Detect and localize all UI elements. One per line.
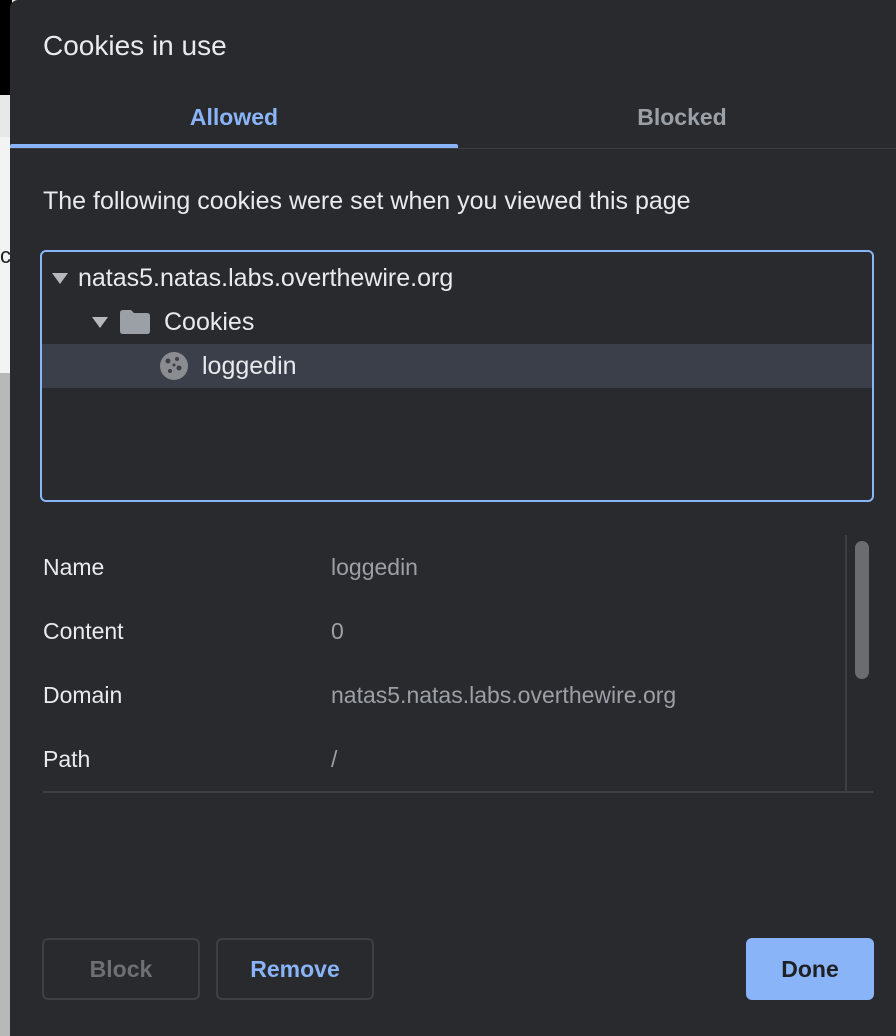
cookie-icon [160,352,188,380]
done-button[interactable]: Done [746,938,874,1000]
tree-item-cookies-folder[interactable]: Cookies [42,300,872,344]
tree-item-cookie-label: loggedin [202,351,297,380]
detail-value-domain: natas5.natas.labs.overthewire.org [331,681,677,708]
block-button[interactable]: Block [42,938,200,1000]
cookies-dialog: Cookies in use Allowed Blocked The follo… [10,0,896,1036]
detail-label-name: Name [43,553,105,580]
tree-item-domain-label: natas5.natas.labs.overthewire.org [78,263,454,292]
detail-row-domain: Domain natas5.natas.labs.overthewire.org [43,663,833,727]
triangle-down-icon[interactable] [52,272,68,284]
tree-item-folder-label: Cookies [164,307,255,336]
detail-value-content: 0 [331,617,344,644]
detail-label-domain: Domain [43,681,123,708]
detail-row-content: Content 0 [43,599,833,663]
detail-value-path: / [331,745,338,772]
active-tab-indicator [10,144,458,148]
tree-item-cookie-loggedin[interactable]: loggedin [42,344,872,388]
remove-button[interactable]: Remove [216,938,374,1000]
tree-item-domain[interactable]: natas5.natas.labs.overthewire.org [42,256,872,300]
cookie-details: Name loggedin Content 0 Domain natas5.na… [43,535,873,793]
tab-allowed[interactable]: Allowed [10,88,458,146]
details-scrollbar[interactable] [845,535,875,791]
detail-label-path: Path [43,745,91,772]
detail-label-content: Content [43,617,124,644]
detail-row-name: Name loggedin [43,535,833,599]
folder-icon [120,310,150,334]
detail-value-name: loggedin [331,553,418,580]
detail-row-path: Path / [43,727,833,791]
dialog-title: Cookies in use [43,30,227,61]
triangle-down-icon[interactable] [92,316,108,328]
scrollbar-thumb[interactable] [855,541,869,679]
tab-bar: Allowed Blocked [10,88,896,149]
cookies-description: The following cookies were set when you … [43,187,691,215]
cookie-tree[interactable]: natas5.natas.labs.overthewire.org Cookie… [40,250,874,502]
tab-blocked[interactable]: Blocked [458,88,896,146]
